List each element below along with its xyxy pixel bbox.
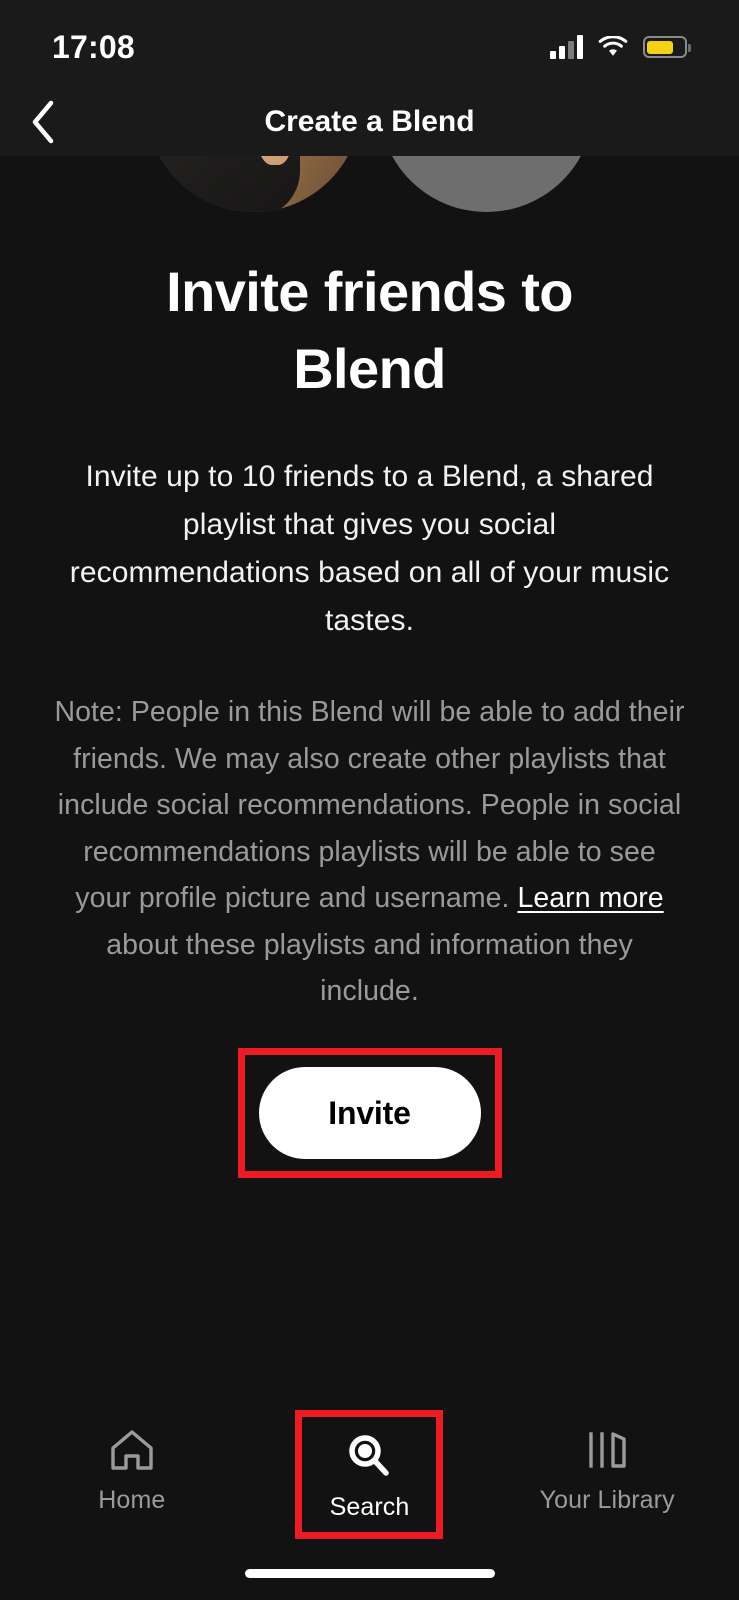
main-content: Invite friends to Blend Invite up to 10 … <box>0 156 739 1600</box>
app-screen: 17:08 Create a Blend Invite friends to B… <box>0 0 739 1600</box>
learn-more-link[interactable]: Learn more <box>517 882 663 914</box>
note-text-part2: about these playlists and information th… <box>106 928 633 1008</box>
status-bar: 17:08 <box>0 0 739 88</box>
search-icon <box>344 1431 394 1481</box>
wifi-icon <box>598 35 628 58</box>
home-indicator <box>244 1569 495 1578</box>
library-icon <box>582 1424 632 1474</box>
tab-search-label: Search <box>329 1493 410 1521</box>
tab-search[interactable]: Search <box>295 1410 444 1539</box>
tab-home[interactable]: Home <box>32 1410 232 1525</box>
status-bar-time: 17:08 <box>52 28 135 65</box>
status-bar-indicators <box>550 29 691 59</box>
headline: Invite friends to Blend <box>166 260 573 400</box>
tab-your-library[interactable]: Your Library <box>507 1410 707 1525</box>
friend-avatar-placeholder <box>378 156 594 212</box>
friend-avatar-photo <box>145 156 361 212</box>
page-title: Create a Blend <box>264 105 475 138</box>
tab-your-library-label: Your Library <box>539 1486 675 1514</box>
invite-button-area: Invite <box>0 1048 739 1178</box>
invite-button[interactable]: Invite <box>258 1067 481 1159</box>
cellular-signal-icon <box>550 35 583 59</box>
chevron-left-icon <box>32 100 54 144</box>
note-text: Note: People in this Blend will be able … <box>0 689 739 1014</box>
invite-highlight-box: Invite <box>237 1048 502 1178</box>
home-icon <box>107 1424 157 1474</box>
battery-icon <box>643 36 691 58</box>
description-text: Invite up to 10 friends to a Blend, a sh… <box>69 460 670 638</box>
bottom-tab-bar: Home Search Your Library <box>0 1394 739 1600</box>
tab-home-label: Home <box>98 1486 166 1514</box>
back-button[interactable] <box>0 88 86 156</box>
avatar-group <box>0 156 739 212</box>
nav-header: Create a Blend <box>0 88 739 156</box>
